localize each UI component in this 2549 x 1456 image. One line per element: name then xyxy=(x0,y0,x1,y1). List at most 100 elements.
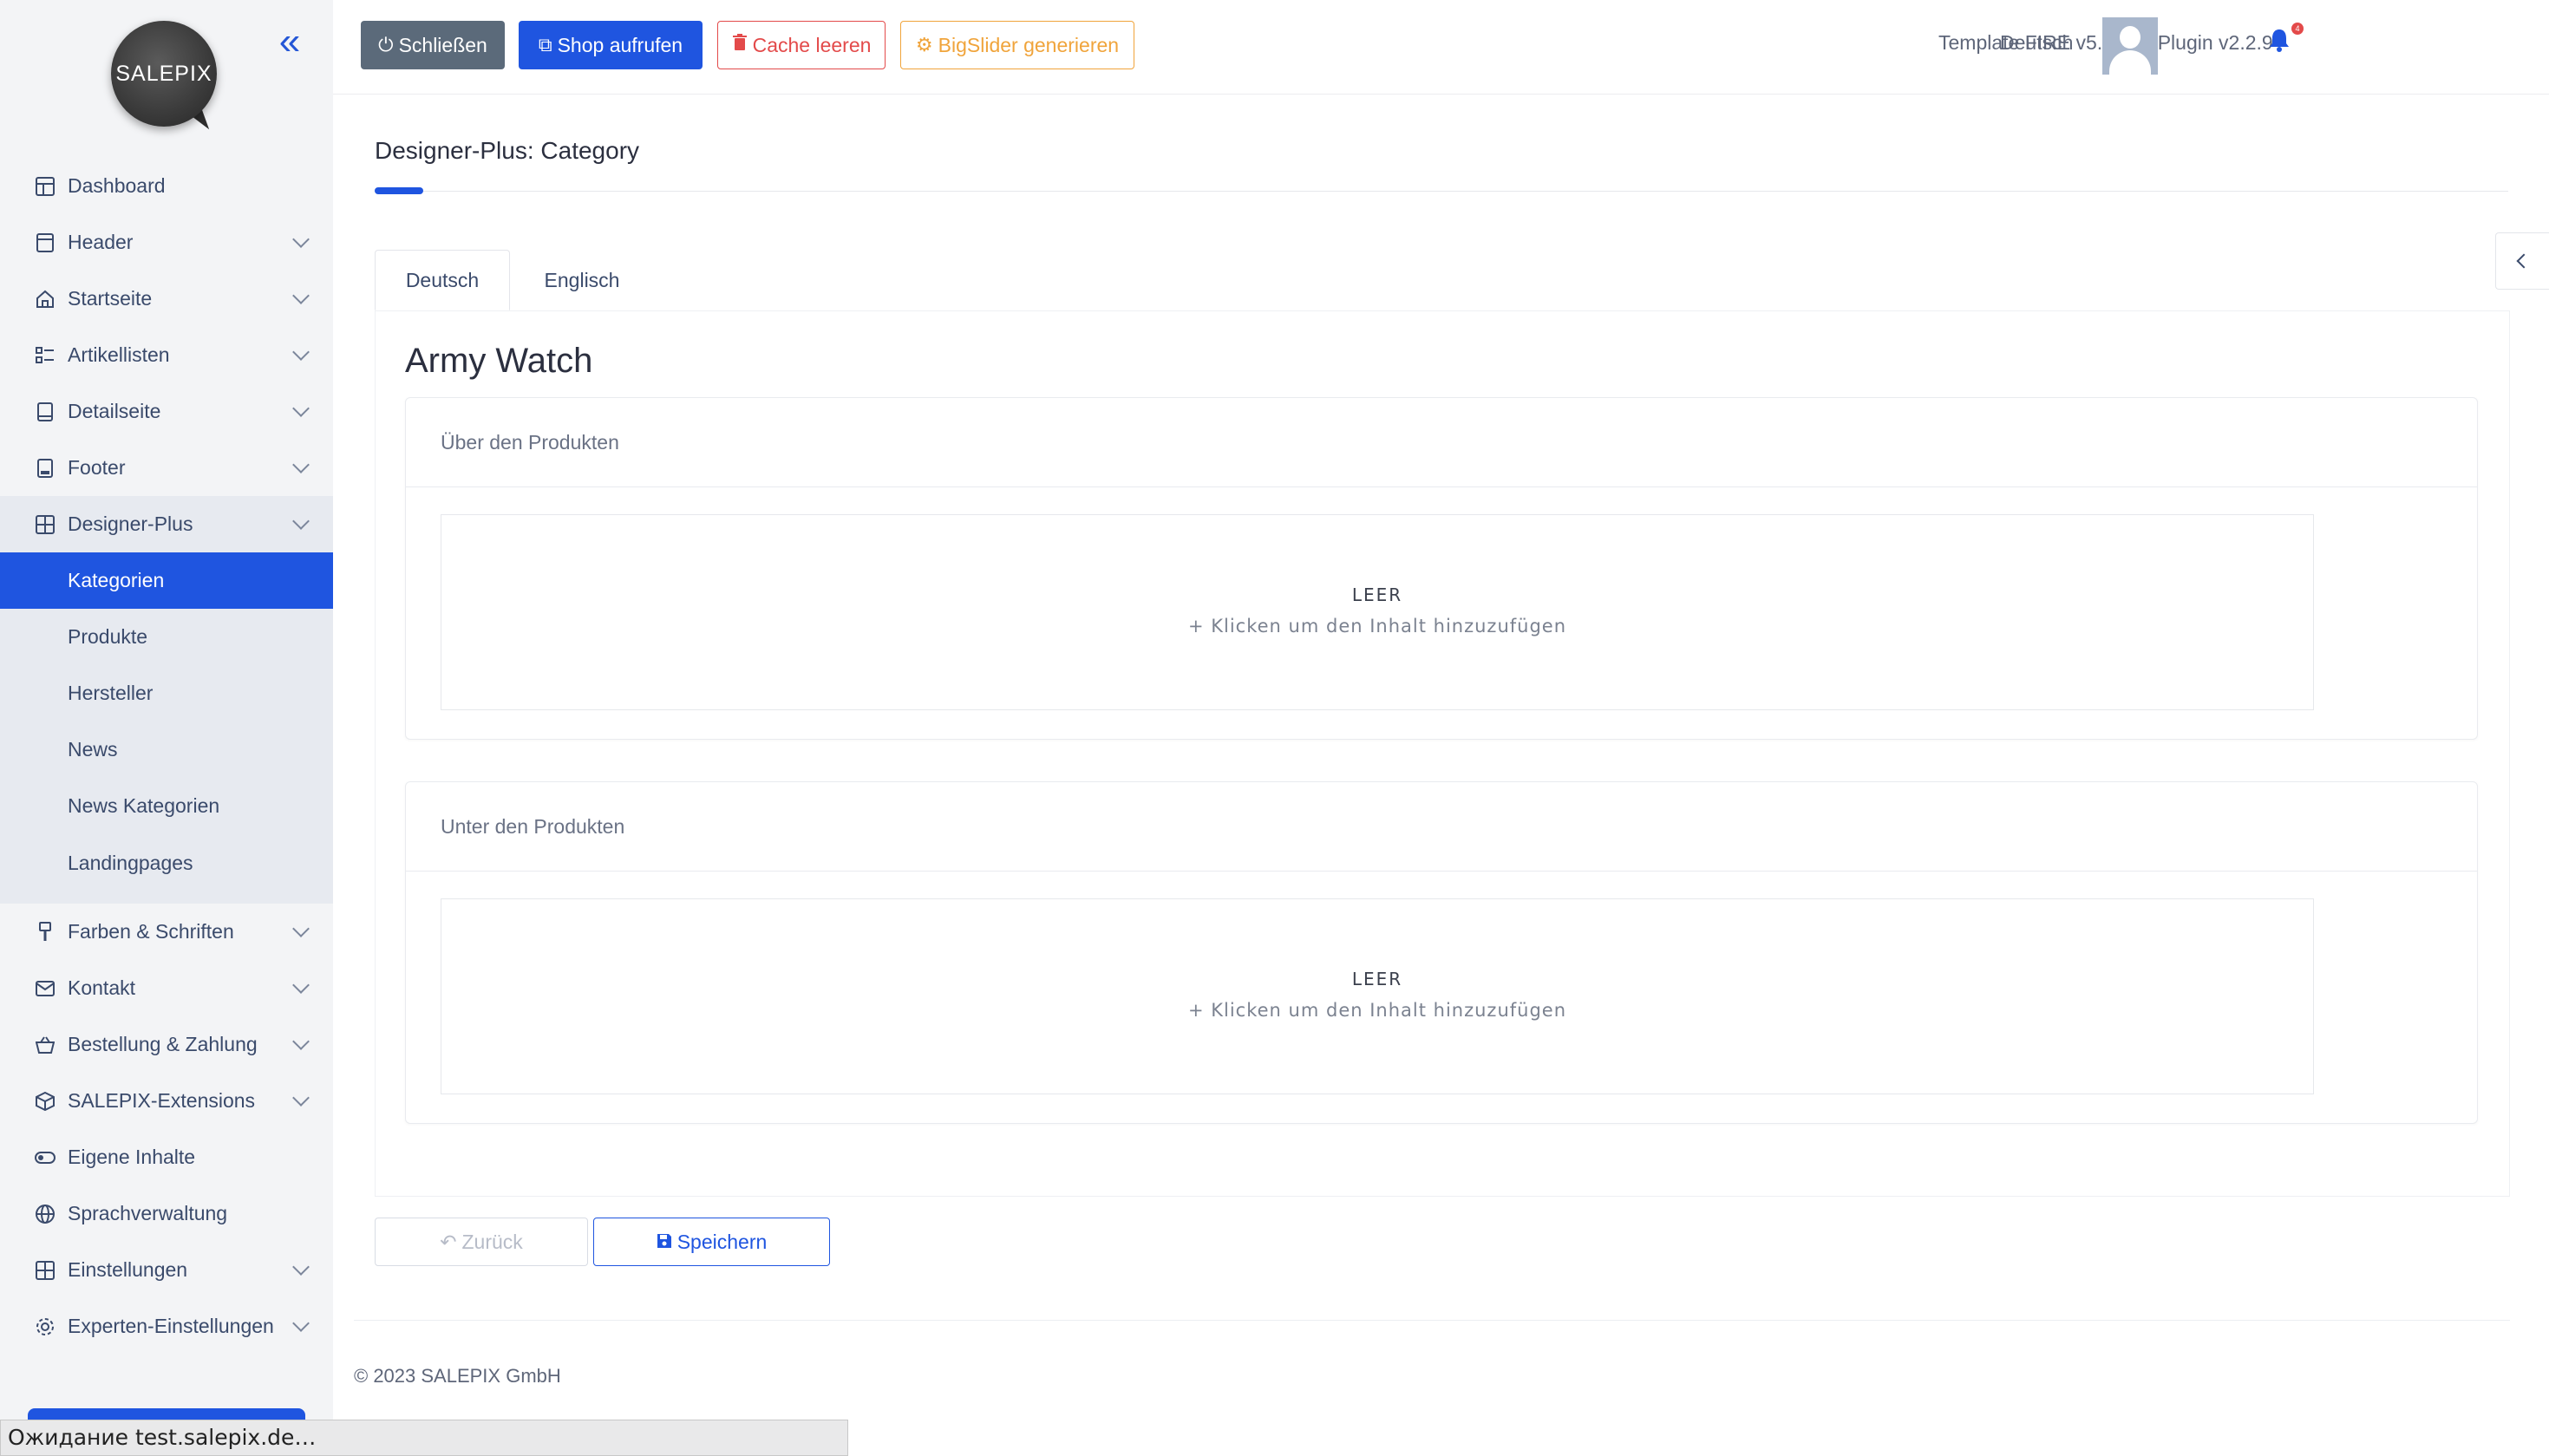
collapse-sidebar-icon[interactable]: « xyxy=(272,23,307,61)
chevron-down-icon xyxy=(292,976,310,994)
chevron-down-icon xyxy=(292,231,310,248)
sidebar-item-artikellisten[interactable]: Artikellisten xyxy=(0,327,333,383)
generate-bigslider-label: BigSlider generieren xyxy=(938,33,1120,56)
footer-divider xyxy=(354,1320,2510,1321)
settings-grid-icon xyxy=(35,1260,56,1281)
submenu-item-label: Produkte xyxy=(68,625,148,648)
sidebar-item-bestellung-zahlung[interactable]: Bestellung & Zahlung xyxy=(0,1016,333,1073)
tab-englisch[interactable]: Englisch xyxy=(510,250,654,310)
sidebar-item-salepix-extensions[interactable]: SALEPIX-Extensions xyxy=(0,1073,333,1129)
submenu-item-news-kategorien[interactable]: News Kategorien xyxy=(0,778,333,834)
sidebar-item-label: Sprachverwaltung xyxy=(68,1202,228,1224)
submenu-item-kategorien[interactable]: Kategorien xyxy=(0,552,333,609)
sidebar-item-footer[interactable]: Footer xyxy=(0,440,333,496)
back-button[interactable]: ↶ Zurück xyxy=(375,1218,588,1266)
box-icon xyxy=(35,1091,56,1112)
mail-icon xyxy=(35,978,56,999)
footer-icon xyxy=(35,458,56,479)
sidebar-item-designer-plus[interactable]: Designer-Plus xyxy=(0,496,333,552)
sidebar-item-sprachverwaltung[interactable]: Sprachverwaltung xyxy=(0,1185,333,1242)
bell-icon[interactable] xyxy=(2269,28,2295,57)
trash-icon xyxy=(732,34,748,56)
save-button[interactable]: Speichern xyxy=(593,1218,830,1266)
sidebar-item-label: Kontakt xyxy=(68,976,135,999)
chevron-down-icon xyxy=(292,1033,310,1050)
browser-status-bar: Ожидание test.salepix.de… xyxy=(0,1420,848,1456)
chevron-down-icon xyxy=(292,456,310,473)
sidebar-item-label: Footer xyxy=(68,456,126,479)
chevron-down-icon xyxy=(292,343,310,361)
logo-bubble: SALEPIX xyxy=(111,21,217,127)
copyright: © 2023 SALEPIX GmbH xyxy=(354,1365,561,1387)
toggle-icon xyxy=(35,1147,56,1168)
open-shop-button[interactable]: ⧉ Shop aufrufen xyxy=(519,21,703,69)
header-icon xyxy=(35,232,56,253)
sidebar-item-label: Einstellungen xyxy=(68,1258,188,1281)
floppy-icon xyxy=(657,1231,672,1254)
sidebar-item-kontakt[interactable]: Kontakt xyxy=(0,960,333,1016)
section-above-products: Über den Produkten LEER + Klicken um den… xyxy=(405,397,2478,740)
sidebar-item-label: Header xyxy=(68,231,134,253)
content-dropzone[interactable]: LEER + Klicken um den Inhalt hinzuzufüge… xyxy=(441,514,2314,710)
open-shop-label: Shop aufrufen xyxy=(557,33,683,56)
submenu-item-label: Hersteller xyxy=(68,682,154,704)
submenu-item-landingpages[interactable]: Landingpages xyxy=(0,834,333,904)
sidebar-item-label: Bestellung & Zahlung xyxy=(68,1033,258,1055)
reply-icon: ↶ xyxy=(440,1230,457,1253)
sidebar-item-label: Experten-Einstellungen xyxy=(68,1315,274,1337)
section-below-products: Unter den Produkten LEER + Klicken um de… xyxy=(405,781,2478,1124)
top-toolbar: ⏻ Schließen ⧉ Shop aufrufen Cache leeren… xyxy=(333,0,2549,95)
gear-icon: ⚙ xyxy=(915,34,933,55)
sidebar-item-header[interactable]: Header xyxy=(0,214,333,271)
content-dropzone[interactable]: LEER + Klicken um den Inhalt hinzuzufüge… xyxy=(441,898,2314,1094)
sidebar-item-startseite[interactable]: Startseite xyxy=(0,271,333,327)
brush-icon xyxy=(35,921,56,943)
submenu-item-produkte[interactable]: Produkte xyxy=(0,609,333,665)
sidebar-item-experten-einstellungen[interactable]: Experten-Einstellungen xyxy=(0,1298,333,1355)
avatar-head xyxy=(2120,26,2141,49)
sidebar-item-einstellungen[interactable]: Einstellungen xyxy=(0,1242,333,1298)
notification-badge: 4 xyxy=(2291,23,2304,35)
submenu-item-news[interactable]: News xyxy=(0,721,333,778)
sidebar-item-label: Detailseite xyxy=(68,400,161,422)
sidebar-item-eigene-inhalte[interactable]: Eigene Inhalte xyxy=(0,1129,333,1185)
submenu-item-label: News xyxy=(68,738,118,761)
tablet-icon xyxy=(35,402,56,422)
chevron-down-icon xyxy=(292,1315,310,1332)
globe-icon xyxy=(35,1204,56,1224)
title-divider xyxy=(375,191,2508,192)
submenu-item-hersteller[interactable]: Hersteller xyxy=(0,665,333,721)
sidebar-item-label: Eigene Inhalte xyxy=(68,1146,196,1168)
tab-deutsch[interactable]: Deutsch xyxy=(375,250,510,310)
section-heading: Unter den Produkten xyxy=(406,782,2477,872)
layout-icon xyxy=(35,176,56,197)
side-panel-toggle[interactable] xyxy=(2495,232,2549,290)
close-button[interactable]: ⏻ Schließen xyxy=(361,21,505,69)
home-icon xyxy=(35,289,56,310)
sidebar-item-label: Designer-Plus xyxy=(68,513,193,535)
gear-icon xyxy=(35,1316,56,1337)
chevron-down-icon xyxy=(292,1089,310,1107)
list-icon xyxy=(35,345,56,366)
sidebar-bottom-button[interactable] xyxy=(28,1408,305,1420)
generate-bigslider-button[interactable]: ⚙ BigSlider generieren xyxy=(900,21,1134,69)
sidebar-item-label: Artikellisten xyxy=(68,343,170,366)
save-button-label: Speichern xyxy=(676,1230,768,1253)
avatar[interactable] xyxy=(2102,17,2158,75)
submenu-item-label: Landingpages xyxy=(68,851,193,874)
chevron-down-icon xyxy=(292,920,310,937)
language-selector[interactable]: Deutsch xyxy=(2000,31,2073,55)
clear-cache-button[interactable]: Cache leeren xyxy=(717,21,886,69)
grid-icon xyxy=(35,514,56,535)
logo-text: SALEPIX xyxy=(115,61,212,86)
salepix-logo[interactable]: SALEPIX xyxy=(111,21,222,136)
close-button-label: Schließen xyxy=(398,33,487,56)
section-heading: Über den Produkten xyxy=(406,398,2477,487)
sidebar-item-dashboard[interactable]: Dashboard xyxy=(0,158,333,214)
sidebar-item-farben-schriften[interactable]: Farben & Schriften xyxy=(0,904,333,960)
sidebar: SALEPIX « Dashboard Header Startseite Ar… xyxy=(0,0,333,1456)
sidebar-item-detailseite[interactable]: Detailseite xyxy=(0,383,333,440)
sidebar-item-label: Dashboard xyxy=(68,174,166,197)
basket-icon xyxy=(35,1035,56,1055)
external-link-icon: ⧉ xyxy=(538,34,552,55)
